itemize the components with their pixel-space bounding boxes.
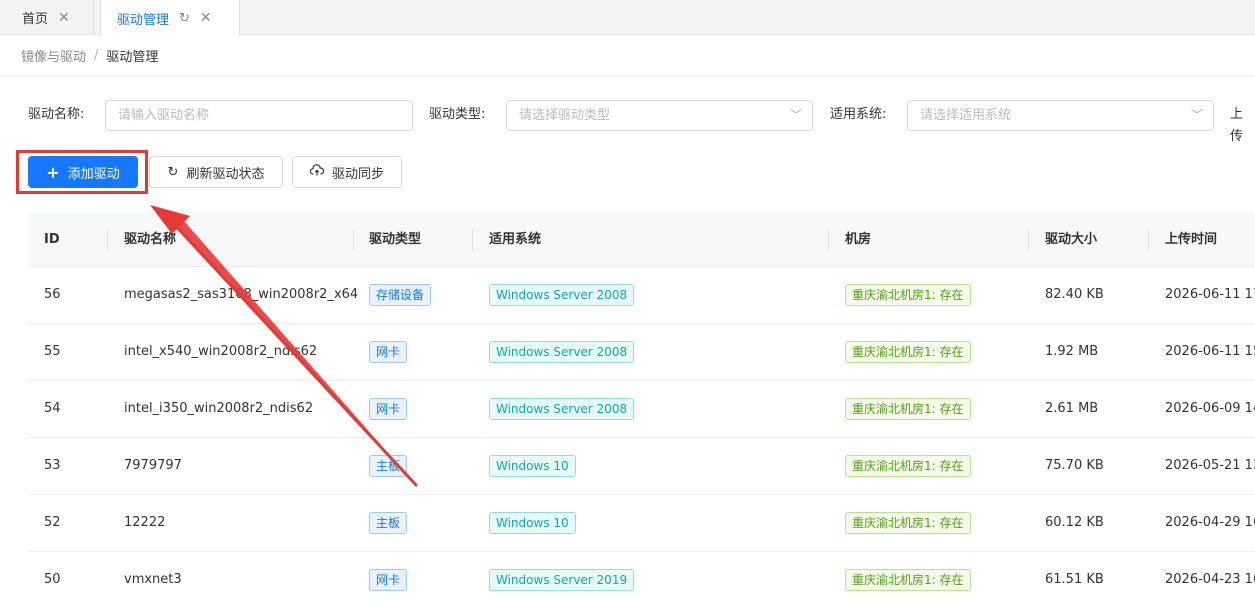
type-tag: 主板 <box>369 455 408 477</box>
cell-name: intel_x540_win2008r2_ndis62 <box>124 344 318 359</box>
cloud-sync-icon <box>309 164 325 180</box>
cell-upload-time: 2026-06-09 14 <box>1165 401 1255 416</box>
cell-size: 61.51 KB <box>1045 572 1104 587</box>
column-header-size[interactable]: 驱动大小 <box>1045 213 1097 267</box>
refresh-icon[interactable]: ↻ <box>179 11 190 26</box>
tab-driver-management[interactable]: 驱动管理 ↻ ✕ <box>100 0 240 36</box>
driver-name-placeholder: 请输入驱动名称 <box>118 108 210 123</box>
driver-type-label: 驱动类型: <box>429 107 486 122</box>
table-row[interactable]: 50 vmxnet3 网卡 Windows Server 2019 重庆渝北机房… <box>28 552 1255 605</box>
driver-type-placeholder: 请选择驱动类型 <box>519 108 611 123</box>
table-header: ID 驱动名称 驱动类型 适用系统 机房 驱动大小 上传时间 <box>28 213 1255 267</box>
room-status-tag: 重庆渝北机房1: 存在 <box>845 398 971 420</box>
tab-bar: 首页 ✕ 驱动管理 ↻ ✕ <box>0 0 1255 36</box>
driver-name-input[interactable]: 请输入驱动名称 <box>105 100 413 131</box>
refresh-driver-status-button[interactable]: ↻ 刷新驱动状态 <box>149 156 283 188</box>
upload-label: 上传 <box>1230 107 1244 144</box>
column-divider <box>107 229 108 251</box>
plus-icon: + <box>46 162 60 182</box>
add-driver-label: 添加驱动 <box>67 166 120 182</box>
table-row[interactable]: 54 intel_i350_win2008r2_ndis62 网卡 Window… <box>28 381 1255 438</box>
driver-type-select[interactable]: 请选择驱动类型 ﹀ <box>506 100 813 131</box>
cell-size: 82.40 KB <box>1045 287 1104 302</box>
chevron-down-icon: ﹀ <box>789 108 802 122</box>
tab-home[interactable]: 首页 ✕ <box>0 0 94 35</box>
column-header-id[interactable]: ID <box>44 213 60 267</box>
column-divider <box>828 229 829 251</box>
cell-id: 52 <box>44 515 61 530</box>
os-tag: Windows 10 <box>489 512 576 534</box>
cell-name: 12222 <box>124 515 166 530</box>
cell-size: 2.61 MB <box>1045 401 1099 416</box>
cell-id: 53 <box>44 458 61 473</box>
breadcrumb-current: 驱动管理 <box>106 49 159 65</box>
os-tag: Windows Server 2019 <box>489 569 635 591</box>
os-tag: Windows Server 2008 <box>489 284 635 306</box>
os-label: 适用系统: <box>830 107 887 122</box>
cell-size: 1.92 MB <box>1045 344 1099 359</box>
os-placeholder: 请选择适用系统 <box>920 108 1012 123</box>
cell-upload-time: 2026-04-29 16 <box>1165 515 1255 530</box>
os-tag: Windows Server 2008 <box>489 398 635 420</box>
column-header-upload-time[interactable]: 上传时间 <box>1165 213 1217 267</box>
cell-id: 50 <box>44 572 61 587</box>
cell-id: 55 <box>44 344 61 359</box>
column-divider <box>472 229 473 251</box>
os-select[interactable]: 请选择适用系统 ﹀ <box>907 100 1214 131</box>
os-tag: Windows Server 2008 <box>489 341 635 363</box>
cell-name: intel_i350_win2008r2_ndis62 <box>124 401 314 416</box>
driver-management-page: 首页 ✕ 驱动管理 ↻ ✕ 镜像与驱动 / 驱动管理 驱动名称: 请输入驱动名称… <box>0 0 1255 605</box>
table-row[interactable]: 56 megasas2_sas3108_win2008r2_x64 存储设备 W… <box>28 267 1255 324</box>
add-driver-button[interactable]: + 添加驱动 <box>28 156 138 188</box>
column-header-room[interactable]: 机房 <box>845 213 871 267</box>
room-status-tag: 重庆渝北机房1: 存在 <box>845 284 971 306</box>
cell-name: megasas2_sas3108_win2008r2_x64 <box>124 287 359 302</box>
table-row[interactable]: 53 7979797 主板 Windows 10 重庆渝北机房1: 存在 75.… <box>28 438 1255 495</box>
close-icon[interactable]: ✕ <box>58 10 70 26</box>
column-header-name[interactable]: 驱动名称 <box>124 213 176 267</box>
cell-size: 75.70 KB <box>1045 458 1104 473</box>
driver-sync-button[interactable]: 驱动同步 <box>292 156 402 188</box>
room-status-tag: 重庆渝北机房1: 存在 <box>845 512 971 534</box>
room-status-tag: 重庆渝北机房1: 存在 <box>845 455 971 477</box>
room-status-tag: 重庆渝北机房1: 存在 <box>845 569 971 591</box>
cell-size: 60.12 KB <box>1045 515 1104 530</box>
column-divider <box>1148 229 1149 251</box>
cell-id: 56 <box>44 287 61 302</box>
cell-upload-time: 2026-06-11 17 <box>1165 287 1255 302</box>
type-tag: 网卡 <box>369 569 408 591</box>
driver-sync-label: 驱动同步 <box>331 166 384 182</box>
type-tag: 主板 <box>369 512 408 534</box>
cell-name: vmxnet3 <box>124 572 182 587</box>
table-row[interactable]: 55 intel_x540_win2008r2_ndis62 网卡 Window… <box>28 324 1255 381</box>
header-divider <box>0 75 1255 76</box>
breadcrumb-separator: / <box>94 47 99 63</box>
type-tag: 网卡 <box>369 341 408 363</box>
driver-name-label: 驱动名称: <box>28 107 85 122</box>
column-divider <box>1028 229 1029 251</box>
refresh-driver-status-label: 刷新驱动状态 <box>186 166 265 182</box>
type-tag: 网卡 <box>369 398 408 420</box>
cell-name: 7979797 <box>124 458 182 473</box>
type-tag: 存储设备 <box>369 284 432 306</box>
os-tag: Windows 10 <box>489 455 576 477</box>
cell-id: 54 <box>44 401 61 416</box>
breadcrumb-parent[interactable]: 镜像与驱动 <box>21 46 86 65</box>
room-status-tag: 重庆渝北机房1: 存在 <box>845 341 971 363</box>
refresh-icon: ↻ <box>167 164 179 180</box>
cell-upload-time: 2026-04-23 16 <box>1165 572 1255 587</box>
column-divider <box>353 229 354 251</box>
tab-driver-management-label: 驱动管理 <box>117 12 170 28</box>
column-header-type[interactable]: 驱动类型 <box>369 213 421 267</box>
cell-upload-time: 2026-06-11 15 <box>1165 344 1255 359</box>
cell-upload-time: 2026-05-21 13 <box>1165 458 1255 473</box>
column-header-os[interactable]: 适用系统 <box>489 213 541 267</box>
tab-home-label: 首页 <box>22 12 49 27</box>
close-icon[interactable]: ✕ <box>200 10 212 26</box>
table-row[interactable]: 52 12222 主板 Windows 10 重庆渝北机房1: 存在 60.12… <box>28 495 1255 552</box>
chevron-down-icon: ﹀ <box>1190 108 1203 122</box>
breadcrumb: 镜像与驱动 / 驱动管理 <box>21 45 158 65</box>
